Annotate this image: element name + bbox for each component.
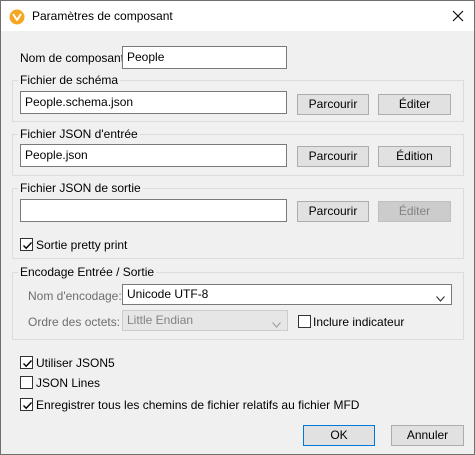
json-lines-checkbox[interactable] [20, 376, 33, 389]
chevron-down-icon [436, 291, 445, 302]
cancel-button[interactable]: Annuler [391, 425, 464, 446]
input-browse-button[interactable]: Parcourir [297, 146, 369, 167]
byte-order-value: Little Endian [127, 313, 194, 327]
include-bom-checkbox[interactable] [298, 315, 311, 328]
encoding-name-value: Unicode UTF-8 [127, 287, 209, 301]
component-settings-dialog: Paramètres de composant Nom de composant… [0, 0, 475, 455]
output-json-field[interactable] [20, 199, 287, 222]
component-name-field[interactable]: People [122, 46, 287, 69]
chevron-down-icon [272, 317, 281, 328]
byte-order-label: Ordre des octets: [28, 315, 121, 329]
use-json5-label: Utiliser JSON5 [36, 356, 115, 370]
title-bar: Paramètres de composant [1, 1, 474, 31]
pretty-print-checkbox[interactable] [20, 238, 33, 251]
relative-paths-label: Enregistrer tous les chemins de fichier … [36, 398, 360, 412]
schema-file-group-title: Fichier de schéma [18, 73, 121, 87]
schema-browse-button[interactable]: Parcourir [297, 94, 369, 115]
close-button[interactable] [442, 1, 474, 31]
output-edit-button: Éditer [378, 201, 451, 222]
schema-file-field[interactable]: People.schema.json [20, 91, 287, 114]
checkmark-icon [23, 242, 33, 250]
encoding-name-label: Nom d'encodage: [28, 289, 122, 303]
checkmark-icon [23, 402, 33, 410]
input-json-group-title: Fichier JSON d'entrée [18, 127, 140, 141]
output-json-group-title: Fichier JSON de sortie [18, 181, 143, 195]
relative-paths-checkbox[interactable] [20, 398, 33, 411]
checkmark-icon [23, 360, 33, 368]
close-icon [452, 10, 464, 22]
byte-order-select: Little Endian [122, 310, 288, 331]
input-edit-button[interactable]: Édition [378, 146, 451, 167]
json-lines-label: JSON Lines [36, 376, 101, 390]
window-title: Paramètres de composant [32, 9, 173, 23]
ok-button[interactable]: OK [303, 425, 375, 446]
encoding-group-title: Encodage Entrée / Sortie [18, 265, 157, 279]
use-json5-checkbox[interactable] [20, 356, 33, 369]
pretty-print-label: Sortie pretty print [36, 238, 128, 252]
input-json-field[interactable]: People.json [20, 144, 287, 167]
encoding-name-select[interactable]: Unicode UTF-8 [122, 284, 452, 305]
include-bom-label: Inclure indicateur [313, 315, 405, 329]
altova-mapforce-icon [9, 9, 25, 25]
component-name-label: Nom de composant: [20, 51, 128, 65]
schema-edit-button[interactable]: Éditer [378, 94, 451, 115]
output-browse-button[interactable]: Parcourir [297, 201, 369, 222]
